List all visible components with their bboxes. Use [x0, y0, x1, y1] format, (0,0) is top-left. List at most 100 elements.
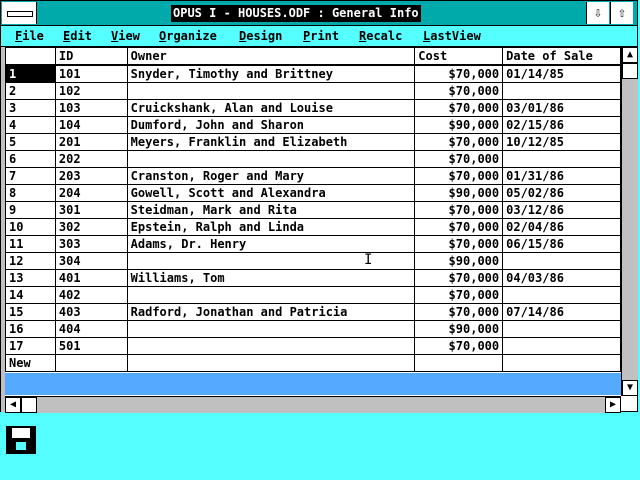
cell-owner[interactable]	[126, 150, 416, 168]
cell-owner[interactable]: Cranston, Roger and Mary	[126, 167, 416, 185]
cell-owner[interactable]: Gowell, Scott and Alexandra	[126, 184, 416, 202]
cell-owner[interactable]: Meyers, Franklin and Elizabeth	[126, 133, 416, 151]
cell-date[interactable]: 01/14/85	[502, 64, 621, 83]
cell-date[interactable]	[502, 150, 621, 168]
cell-cost[interactable]: $90,000	[414, 116, 504, 134]
cell-id[interactable]: 304	[54, 252, 128, 270]
cell-date[interactable]: 07/14/86	[502, 303, 621, 321]
menu-edit[interactable]: Edit	[63, 28, 92, 44]
cell-cost[interactable]: $70,000	[414, 64, 504, 83]
cell-cost[interactable]: $70,000	[414, 150, 504, 168]
table-row[interactable]: 2 102 $70,000	[5, 82, 621, 100]
new-row-cell[interactable]	[54, 354, 128, 372]
menu-organize[interactable]: Organize	[159, 28, 217, 44]
table-row[interactable]: 6 202 $70,000	[5, 150, 621, 168]
table-row[interactable]: 1 101 Snyder, Timothy and Brittney $70,000 0…	[5, 64, 621, 83]
system-menu-button[interactable]	[2, 2, 37, 24]
cell-date[interactable]: 03/01/86	[502, 99, 621, 117]
cell-id[interactable]: 301	[54, 201, 128, 219]
scroll-left-icon[interactable]: ◀	[5, 397, 21, 413]
row-number[interactable]: 16	[5, 320, 56, 338]
row-number[interactable]: 9	[5, 201, 56, 219]
cell-id[interactable]: 204	[54, 184, 128, 202]
cell-cost[interactable]: $70,000	[414, 218, 504, 236]
menu-print[interactable]: Print	[303, 28, 339, 44]
table-row[interactable]: 14 402 $70,000	[5, 286, 621, 304]
table-row[interactable]: 13 401 Williams, Tom $70,000 04/03/86	[5, 269, 621, 287]
table-row[interactable]: 8 204 Gowell, Scott and Alexandra $90,000 05…	[5, 184, 621, 202]
table-row[interactable]: 9 301 Steidman, Mark and Rita $70,000 03/12/…	[5, 201, 621, 219]
table-row[interactable]: 15 403 Radford, Jonathan and Patricia $70,0…	[5, 303, 621, 321]
table-row[interactable]: 5 201 Meyers, Franklin and Elizabeth $70,00…	[5, 133, 621, 151]
row-number[interactable]: 7	[5, 167, 56, 185]
cell-id[interactable]: 404	[54, 320, 128, 338]
cell-date[interactable]: 02/04/86	[502, 218, 621, 236]
cell-date[interactable]: 01/31/86	[502, 167, 621, 185]
cell-cost[interactable]: $70,000	[414, 133, 504, 151]
cell-owner[interactable]: Steidman, Mark and Rita	[126, 201, 416, 219]
cell-owner[interactable]	[126, 82, 416, 100]
row-number[interactable]: 8	[5, 184, 56, 202]
cell-cost[interactable]: $90,000	[414, 184, 504, 202]
row-number[interactable]: 1	[5, 64, 56, 83]
table-row[interactable]: 10 302 Epstein, Ralph and Linda $70,000 02/0…	[5, 218, 621, 236]
row-number[interactable]: 6	[5, 150, 56, 168]
cell-id[interactable]: 104	[54, 116, 128, 134]
cell-id[interactable]: 302	[54, 218, 128, 236]
cell-owner[interactable]: Cruickshank, Alan and Louise	[126, 99, 416, 117]
table-row[interactable]: 3 103 Cruickshank, Alan and Louise $70,000 0…	[5, 99, 621, 117]
column-header-id[interactable]: ID	[54, 47, 128, 66]
row-number[interactable]: 17	[5, 337, 56, 355]
floppy-disk-icon[interactable]	[6, 426, 36, 454]
menu-lastview[interactable]: LastView	[423, 28, 481, 44]
table-row[interactable]: 12 304 $90,000	[5, 252, 621, 270]
row-number[interactable]: 3	[5, 99, 56, 117]
cell-id[interactable]: 102	[54, 82, 128, 100]
cell-cost[interactable]: $70,000	[414, 167, 504, 185]
cell-date[interactable]: 06/15/86	[502, 235, 621, 253]
minimize-button[interactable]: ⇩	[586, 2, 609, 24]
cell-id[interactable]: 403	[54, 303, 128, 321]
cell-date[interactable]: 10/12/85	[502, 133, 621, 151]
column-header-date[interactable]: Date of Sale	[502, 47, 621, 66]
horizontal-scrollbar[interactable]: ◀ ▶	[5, 396, 621, 413]
cell-date[interactable]: 02/15/86	[502, 116, 621, 134]
row-number[interactable]: 4	[5, 116, 56, 134]
table-row[interactable]: 17 501 $70,000	[5, 337, 621, 355]
cell-owner[interactable]	[126, 286, 416, 304]
cell-id[interactable]: 402	[54, 286, 128, 304]
cell-date[interactable]	[502, 320, 621, 338]
table-row[interactable]: 7 203 Cranston, Roger and Mary $70,000 01/31…	[5, 167, 621, 185]
cell-cost[interactable]: $90,000	[414, 320, 504, 338]
new-row-cell[interactable]	[414, 354, 504, 372]
menu-design[interactable]: Design	[239, 28, 282, 44]
cell-date[interactable]: 03/12/86	[502, 201, 621, 219]
cell-cost[interactable]: $70,000	[414, 303, 504, 321]
column-header-owner[interactable]: Owner	[126, 47, 416, 66]
cell-id[interactable]: 501	[54, 337, 128, 355]
cell-date[interactable]	[502, 82, 621, 100]
hscroll-thumb[interactable]	[21, 397, 37, 413]
cell-date[interactable]: 04/03/86	[502, 269, 621, 287]
cell-owner[interactable]: Snyder, Timothy and Brittney	[126, 64, 416, 83]
cell-owner[interactable]: Williams, Tom	[126, 269, 416, 287]
cell-owner[interactable]: Epstein, Ralph and Linda	[126, 218, 416, 236]
scroll-thumb[interactable]	[622, 63, 638, 79]
row-number[interactable]: 11	[5, 235, 56, 253]
cell-id[interactable]: 201	[54, 133, 128, 151]
cell-cost[interactable]: $70,000	[414, 99, 504, 117]
row-number[interactable]: 15	[5, 303, 56, 321]
cell-cost[interactable]: $70,000	[414, 286, 504, 304]
cell-date[interactable]	[502, 337, 621, 355]
menu-view[interactable]: View	[111, 28, 140, 44]
cell-cost[interactable]: $70,000	[414, 82, 504, 100]
cell-date[interactable]	[502, 252, 621, 270]
new-row-label[interactable]: New	[5, 354, 56, 372]
scroll-down-icon[interactable]: ▼	[622, 380, 638, 396]
cell-cost[interactable]: $70,000	[414, 337, 504, 355]
menu-recalc[interactable]: Recalc	[359, 28, 402, 44]
cell-date[interactable]	[502, 286, 621, 304]
cell-id[interactable]: 103	[54, 99, 128, 117]
cell-owner[interactable]	[126, 320, 416, 338]
cell-owner[interactable]: Adams, Dr. Henry	[126, 235, 416, 253]
